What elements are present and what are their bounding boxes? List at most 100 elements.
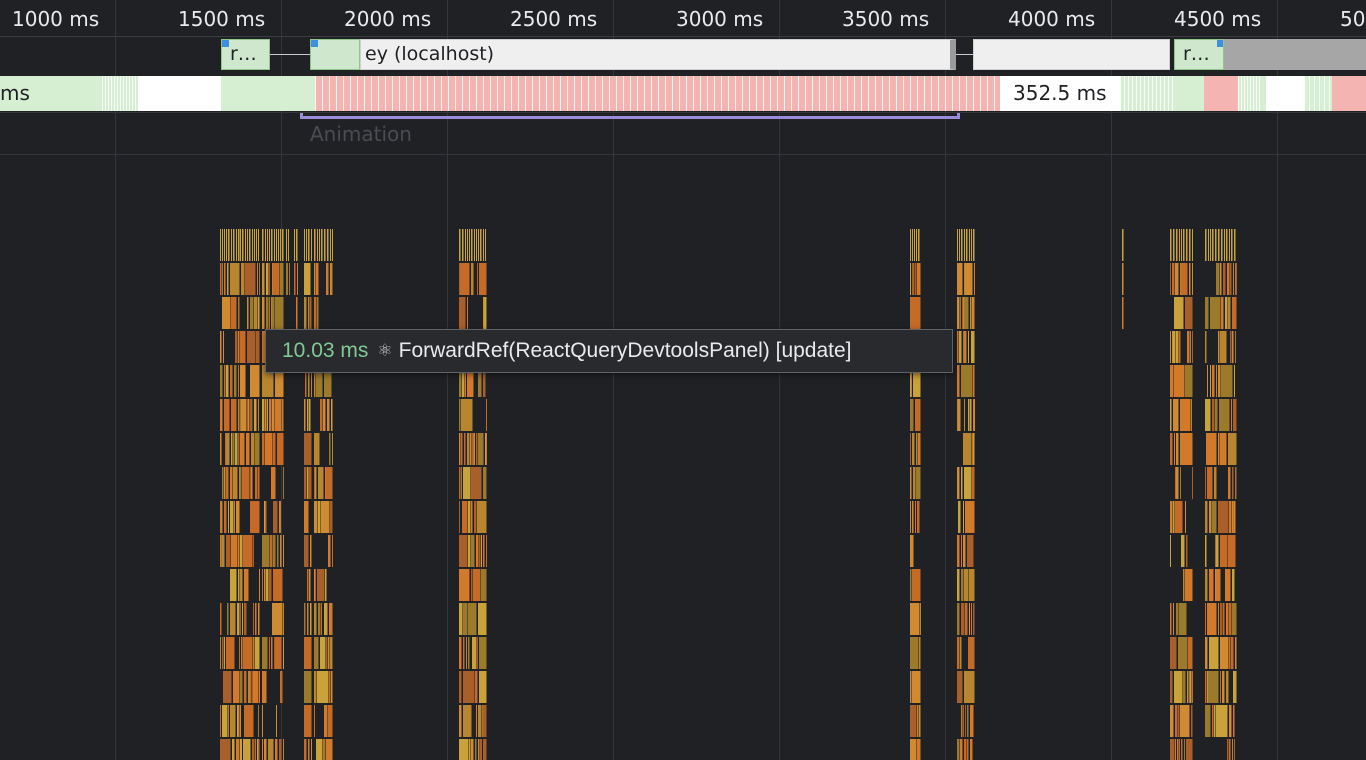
flame-entry[interactable] <box>252 229 253 261</box>
flame-entry[interactable] <box>244 671 247 703</box>
flame-entry[interactable] <box>472 433 473 465</box>
flame-entry[interactable] <box>262 671 267 703</box>
flame-entry[interactable] <box>1122 297 1124 329</box>
flame-entry[interactable] <box>328 535 331 567</box>
flame-entry[interactable] <box>974 399 975 431</box>
flame-entry[interactable] <box>1215 569 1216 601</box>
flame-entry[interactable] <box>1234 739 1235 760</box>
flame-entry[interactable] <box>963 433 972 465</box>
flame-entry[interactable] <box>479 637 487 669</box>
flame-entry[interactable] <box>310 297 312 329</box>
flame-entry[interactable] <box>244 705 254 737</box>
flame-entry[interactable] <box>226 229 227 261</box>
flame-entry[interactable] <box>272 603 283 635</box>
flame-entry[interactable] <box>1170 501 1171 533</box>
flame-chart[interactable] <box>0 0 1366 760</box>
flame-entry[interactable] <box>965 705 966 737</box>
flame-entry[interactable] <box>307 399 309 431</box>
flame-entry[interactable] <box>1173 501 1175 533</box>
flame-entry[interactable] <box>318 467 324 499</box>
flame-entry[interactable] <box>485 229 486 261</box>
flame-entry[interactable] <box>315 467 317 499</box>
flame-entry[interactable] <box>1208 671 1219 703</box>
flame-entry[interactable] <box>459 569 470 601</box>
flame-entry[interactable] <box>1229 637 1231 669</box>
flame-entry[interactable] <box>325 569 327 601</box>
flame-entry[interactable] <box>1184 739 1185 760</box>
flame-entry[interactable] <box>1222 671 1225 703</box>
flame-entry[interactable] <box>1207 603 1217 635</box>
flame-entry[interactable] <box>910 705 917 737</box>
flame-entry[interactable] <box>1210 297 1221 329</box>
flame-entry[interactable] <box>483 535 485 567</box>
flame-entry[interactable] <box>316 263 319 295</box>
flame-entry[interactable] <box>269 229 270 261</box>
flame-entry[interactable] <box>910 637 919 669</box>
flame-entry[interactable] <box>242 263 245 295</box>
flame-entry[interactable] <box>228 705 229 737</box>
flame-entry[interactable] <box>280 671 283 703</box>
flame-entry[interactable] <box>957 739 960 760</box>
flame-entry[interactable] <box>1180 705 1190 737</box>
flame-entry[interactable] <box>226 433 230 465</box>
flame-entry[interactable] <box>1179 331 1181 363</box>
flame-entry[interactable] <box>961 569 964 601</box>
flame-entry[interactable] <box>240 603 241 635</box>
flame-entry[interactable] <box>463 671 475 703</box>
flame-entry[interactable] <box>964 467 972 499</box>
flame-entry[interactable] <box>462 501 468 533</box>
flame-entry[interactable] <box>1183 671 1186 703</box>
flame-entry[interactable] <box>271 637 273 669</box>
flame-entry[interactable] <box>968 331 969 363</box>
flame-entry[interactable] <box>1233 705 1235 737</box>
flame-entry[interactable] <box>220 535 221 567</box>
flame-entry[interactable] <box>477 263 478 295</box>
flame-entry[interactable] <box>919 637 921 669</box>
flame-entry[interactable] <box>483 705 487 737</box>
flame-entry[interactable] <box>304 467 307 499</box>
flame-entry[interactable] <box>960 637 962 669</box>
flame-entry[interactable] <box>1231 229 1233 261</box>
flame-entry[interactable] <box>910 739 917 760</box>
flame-entry[interactable] <box>1220 535 1228 567</box>
flame-entry[interactable] <box>228 229 230 261</box>
flame-entry[interactable] <box>258 399 259 431</box>
flame-entry[interactable] <box>220 739 231 760</box>
flame-entry[interactable] <box>279 739 282 760</box>
flame-entry[interactable] <box>973 229 975 261</box>
flame-entry[interactable] <box>459 399 461 431</box>
flame-entry[interactable] <box>1215 535 1216 567</box>
flame-entry[interactable] <box>314 671 317 703</box>
flame-entry[interactable] <box>974 263 975 295</box>
flame-entry[interactable] <box>916 433 918 465</box>
flame-entry[interactable] <box>960 739 963 760</box>
flame-entry[interactable] <box>910 569 912 601</box>
flame-entry[interactable] <box>957 365 960 397</box>
flame-entry[interactable] <box>477 637 478 669</box>
flame-entry[interactable] <box>286 263 287 295</box>
flame-entry[interactable] <box>1189 229 1191 261</box>
flame-entry[interactable] <box>466 637 467 669</box>
flame-entry[interactable] <box>1205 399 1206 431</box>
flame-entry[interactable] <box>1187 671 1189 703</box>
flame-entry[interactable] <box>230 603 236 635</box>
flame-entry[interactable] <box>1220 433 1227 465</box>
flame-entry[interactable] <box>270 535 273 567</box>
flame-entry[interactable] <box>963 331 964 363</box>
flame-entry[interactable] <box>1181 739 1183 760</box>
flame-entry[interactable] <box>967 535 974 567</box>
flame-entry[interactable] <box>223 671 232 703</box>
flame-entry[interactable] <box>967 705 969 737</box>
flame-entry[interactable] <box>256 331 260 363</box>
flame-entry[interactable] <box>1170 229 1172 261</box>
flame-entry[interactable] <box>1177 739 1179 760</box>
flame-entry[interactable] <box>329 603 333 635</box>
flame-entry[interactable] <box>1183 569 1185 601</box>
flame-entry[interactable] <box>1209 569 1210 601</box>
flame-entry[interactable] <box>317 297 319 329</box>
flame-entry[interactable] <box>282 399 284 431</box>
flame-entry[interactable] <box>1235 467 1237 499</box>
flame-entry[interactable] <box>1170 365 1174 397</box>
flame-entry[interactable] <box>1233 501 1234 533</box>
flame-entry[interactable] <box>486 535 487 567</box>
